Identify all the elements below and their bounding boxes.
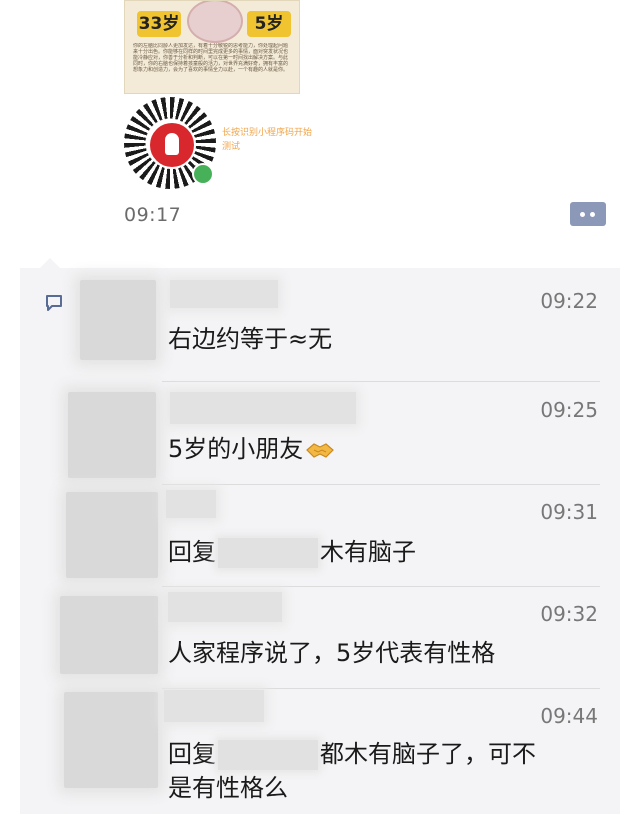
commenter-name[interactable]: [170, 392, 356, 424]
handshake-emoji-icon: [306, 443, 335, 458]
reply-prefix: 回复: [168, 538, 216, 566]
commenter-avatar[interactable]: [80, 280, 156, 360]
comment-text: 人家程序说了，5岁代表有性格: [168, 639, 496, 667]
comment-bubble-icon: [46, 295, 62, 311]
reply-target-name[interactable]: [218, 740, 318, 770]
comment-text: 5岁的小朋友: [168, 432, 335, 466]
comment-time: 09:31: [540, 500, 598, 524]
comment-divider: [162, 484, 600, 485]
reply-target-name[interactable]: [218, 538, 318, 568]
comment-text: 回复 木有脑子: [168, 535, 416, 569]
qr-logo: [148, 121, 196, 169]
commenter-name[interactable]: [164, 690, 264, 722]
comment-time: 09:22: [540, 289, 598, 313]
reply-content: 木有脑子: [320, 538, 416, 566]
commenter-avatar[interactable]: [68, 392, 156, 478]
mini-program-badge-icon: [192, 163, 214, 185]
comment-text-content: 5岁的小朋友: [168, 435, 304, 463]
age-left-badge: 33岁: [137, 11, 181, 37]
panel-notch: [40, 258, 60, 268]
commenter-avatar[interactable]: [64, 692, 158, 788]
commenter-avatar[interactable]: [60, 596, 158, 674]
comment-time: 09:32: [540, 602, 598, 626]
commenter-name[interactable]: [168, 592, 282, 622]
comment-text: 回复 都木有脑子了，可不 是有性格么: [168, 737, 598, 805]
post-timestamp: 09:17: [124, 204, 182, 226]
brain-illustration: [187, 1, 243, 43]
commenter-avatar[interactable]: [66, 492, 158, 578]
commenter-name[interactable]: [166, 490, 216, 518]
comment-time: 09:25: [540, 398, 598, 422]
age-right-badge: 5岁: [247, 11, 291, 37]
commenter-name[interactable]: [170, 280, 278, 308]
reply-content: 都木有脑子了，可不: [320, 740, 536, 768]
comment-text: 右边约等于≈无: [168, 325, 333, 353]
comment-divider: [162, 381, 600, 382]
comment-divider: [162, 586, 600, 587]
post-image-text: 你的左脑比同龄人更加发达，有着十分敏锐的思考能力，你处理起问题来十分出色。你能够…: [133, 43, 289, 73]
post-image[interactable]: 33岁 5岁 你的左脑比同龄人更加发达，有着十分敏锐的思考能力，你处理起问题来十…: [124, 0, 300, 94]
reply-content-line2: 是有性格么: [168, 774, 288, 802]
more-dots-icon[interactable]: [570, 202, 606, 226]
reply-prefix: 回复: [168, 740, 216, 768]
comment-time: 09:44: [540, 704, 598, 728]
mini-program-qr-code[interactable]: [124, 97, 216, 189]
qr-caption: 长按识别小程序码开始测试: [222, 128, 313, 152]
comment-divider: [162, 688, 600, 689]
age-comparison: 33岁 5岁: [125, 1, 299, 43]
